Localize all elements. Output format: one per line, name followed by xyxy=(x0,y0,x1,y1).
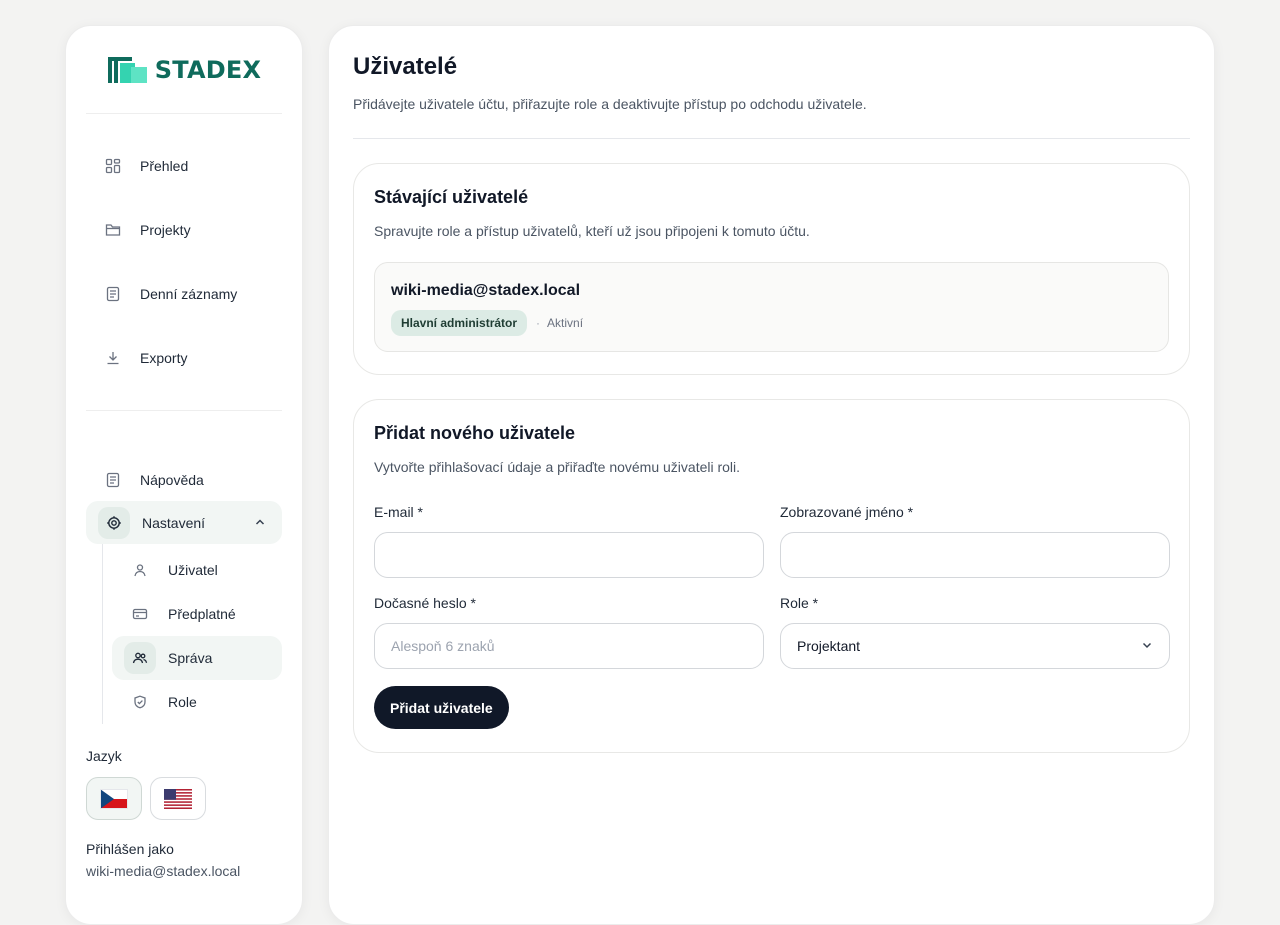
sidebar: STADEX Přehled Projekty Denní záznamy Ex… xyxy=(65,25,303,925)
existing-users-card: Stávající uživatelé Spravujte role a pří… xyxy=(353,163,1190,375)
role-label: Role * xyxy=(780,595,819,611)
nav-label: Exporty xyxy=(140,350,188,366)
password-field-group: Dočasné heslo * xyxy=(374,595,764,669)
card-icon xyxy=(132,606,148,622)
email-field-group: E-mail * xyxy=(374,504,764,578)
logged-in-label: Přihlášen jako xyxy=(86,841,174,857)
password-label: Dočasné heslo * xyxy=(374,595,476,611)
gear-icon xyxy=(98,506,130,539)
existing-users-subtitle: Spravujte role a přístup uživatelů, kteř… xyxy=(374,223,810,239)
language-button-en[interactable] xyxy=(150,777,206,820)
subnav-item-user[interactable]: Uživatel xyxy=(112,548,282,592)
nav-item-help[interactable]: Nápověda xyxy=(86,459,282,501)
nav-label: Projekty xyxy=(140,222,191,238)
subnav-item-subscription[interactable]: Předplatné xyxy=(112,592,282,636)
primary-nav: Přehled Projekty Denní záznamy Exporty xyxy=(86,114,282,411)
role-badge: Hlavní administrátor xyxy=(391,310,528,336)
user-meta: Hlavní administrátor · Aktivní xyxy=(391,310,1152,336)
document-icon xyxy=(104,285,122,303)
subnav-label: Správa xyxy=(168,650,213,666)
subnav-item-roles[interactable]: Role xyxy=(112,680,282,724)
role-select-value: Projektant xyxy=(797,638,861,654)
display-name-field[interactable] xyxy=(780,532,1170,578)
nav-label: Nápověda xyxy=(140,472,204,488)
existing-users-title: Stávající uživatelé xyxy=(374,187,529,207)
secondary-nav: Nápověda Nastavení Uživatel Předplatné S… xyxy=(86,459,282,879)
chevron-down-icon xyxy=(1141,638,1153,654)
divider xyxy=(353,138,1190,139)
add-user-card: Přidat nového uživatele Vytvořte přihlaš… xyxy=(353,399,1190,753)
nav-label: Denní záznamy xyxy=(140,286,238,302)
language-button-cs[interactable] xyxy=(86,777,142,820)
nav-label: Přehled xyxy=(140,158,189,174)
email-field[interactable] xyxy=(374,532,764,578)
logo-mark-icon xyxy=(107,56,147,83)
document-icon xyxy=(104,471,122,489)
logged-in-email: wiki-media@stadex.local xyxy=(86,863,241,879)
password-field[interactable] xyxy=(374,623,764,669)
display-name-field-group: Zobrazované jméno * xyxy=(780,504,1170,578)
user-icon xyxy=(132,562,148,578)
settings-subnav: Uživatel Předplatné Správa Role xyxy=(102,544,282,724)
subnav-item-management[interactable]: Správa xyxy=(112,636,282,680)
us-flag-icon xyxy=(164,788,192,809)
user-row[interactable]: wiki-media@stadex.local Hlavní administr… xyxy=(374,262,1169,352)
add-user-title: Přidat nového uživatele xyxy=(374,423,576,443)
add-user-subtitle: Vytvořte přihlašovací údaje a přiřaďte n… xyxy=(374,459,741,475)
role-select[interactable]: Projektant xyxy=(780,623,1170,669)
add-user-button[interactable]: Přidat uživatele xyxy=(374,686,509,729)
status-text: Aktivní xyxy=(547,316,584,330)
shield-icon xyxy=(132,694,148,710)
subnav-label: Uživatel xyxy=(168,562,218,578)
language-label: Jazyk xyxy=(86,748,122,764)
czech-flag-icon xyxy=(100,788,128,809)
download-icon xyxy=(104,349,122,367)
main-panel: Uživatelé Přidávejte uživatele účtu, při… xyxy=(328,25,1215,925)
user-email: wiki-media@stadex.local xyxy=(391,282,581,299)
role-field-group: Role * Projektant xyxy=(780,595,1170,669)
chevron-up-icon[interactable] xyxy=(254,515,266,531)
email-label: E-mail * xyxy=(374,504,424,520)
page-subtitle: Přidávejte uživatele účtu, přiřazujte ro… xyxy=(353,96,867,112)
nav-item-exports[interactable]: Exporty xyxy=(86,326,282,390)
subnav-label: Role xyxy=(168,694,197,710)
nav-item-projects[interactable]: Projekty xyxy=(86,198,282,262)
page-title: Uživatelé xyxy=(353,53,458,80)
language-switcher xyxy=(86,777,282,820)
nav-item-daily-records[interactable]: Denní záznamy xyxy=(86,262,282,326)
add-user-form: E-mail * Zobrazované jméno * Dočasné hes… xyxy=(374,504,1170,669)
brand-logo[interactable]: STADEX xyxy=(86,26,282,114)
nav-item-settings[interactable]: Nastavení xyxy=(86,501,282,544)
meta-separator: · xyxy=(536,316,541,330)
subnav-label: Předplatné xyxy=(168,606,236,622)
display-name-label: Zobrazované jméno * xyxy=(780,504,914,520)
grid-icon xyxy=(104,157,122,175)
folder-icon xyxy=(104,221,122,239)
nav-item-overview[interactable]: Přehled xyxy=(86,134,282,198)
users-icon xyxy=(124,642,156,674)
nav-label: Nastavení xyxy=(142,514,206,531)
brand-name: STADEX xyxy=(154,55,262,84)
